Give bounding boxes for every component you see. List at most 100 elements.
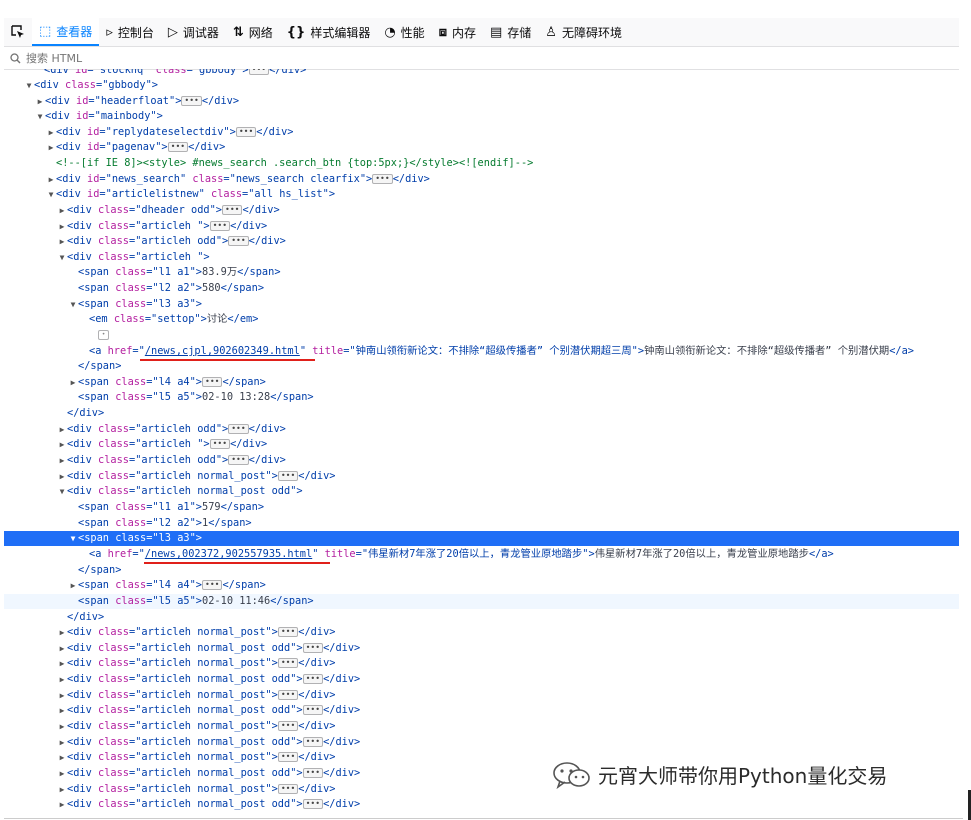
ellipsis-icon[interactable]: ••• xyxy=(209,439,231,449)
tab-style-editor[interactable]: {} 样式编辑器 xyxy=(280,18,378,46)
expand-arrow-icon[interactable]: ▶ xyxy=(57,735,67,750)
tree-node[interactable]: ▶ <span class="l4 a4"> ••• </span> xyxy=(4,578,959,593)
tree-node[interactable]: ▶ <div class="articleh "> ••• </div> xyxy=(4,219,959,234)
ellipsis-icon[interactable]: ••• xyxy=(277,627,299,637)
tree-node[interactable]: ▶ <span class="l4 a4"> ••• </span> xyxy=(4,375,959,390)
ellipsis-icon[interactable]: ••• xyxy=(372,174,393,184)
ellipsis-icon[interactable]: ••• xyxy=(302,674,324,684)
tree-node[interactable]: ▶ <div class="articleh normal_post"> ••• </… xyxy=(4,719,959,734)
collapse-arrow-icon[interactable]: ▼ xyxy=(68,531,78,546)
tree-node[interactable]: ▶ <div class="articleh normal_post odd"> •… xyxy=(4,703,959,718)
tree-node[interactable]: ▶ <div class="articleh odd"> ••• </div> xyxy=(4,453,959,468)
expand-arrow-icon[interactable]: ▶ xyxy=(46,140,56,155)
expand-arrow-icon[interactable]: ▶ xyxy=(57,782,67,797)
ellipsis-icon[interactable]: ••• xyxy=(277,721,299,731)
expand-arrow-icon[interactable]: ▶ xyxy=(57,422,67,437)
expand-arrow-icon[interactable]: ▶ xyxy=(46,172,56,187)
tree-node[interactable]: <a href="/news,cjpl,902602349.html" titl… xyxy=(4,344,959,359)
tree-node[interactable]: ▶ <div class="dheader odd"> ••• </div> xyxy=(4,203,959,218)
tree-node[interactable]: ▶ <div id="pagenav"> ••• </div> xyxy=(4,140,959,155)
tree-node[interactable]: ▶ <div class="articleh normal_post"> ••• </… xyxy=(4,656,959,671)
tree-node[interactable]: ▼ <div class="articleh normal_post odd"> xyxy=(4,484,959,499)
ellipsis-icon[interactable]: ••• xyxy=(202,580,223,590)
tree-node[interactable]: <span class="l5 a5">02-10 13:28</span> xyxy=(4,390,959,405)
tree-node[interactable]: <span class="l2 a2">580</span> xyxy=(4,281,959,296)
ellipsis-icon[interactable]: ••• xyxy=(228,236,249,246)
tree-node[interactable]: ▼ <div id="mainbody"> xyxy=(4,109,959,124)
ellipsis-icon[interactable]: ••• xyxy=(248,69,270,75)
tree-node[interactable]: ▼ <span class="l3 a3"> xyxy=(4,297,959,312)
tree-node-close[interactable]: </span> xyxy=(4,563,959,578)
tree-node[interactable]: <span class="l1 a1">579</span> xyxy=(4,500,959,515)
collapse-arrow-icon[interactable]: ▼ xyxy=(68,297,78,312)
tree-node[interactable]: ▶ <div class="articleh "> ••• </div> xyxy=(4,437,959,452)
tree-node[interactable]: <em class="settop">讨论</em> xyxy=(4,312,959,327)
tree-node-close[interactable]: </span> xyxy=(4,359,959,374)
expand-arrow-icon[interactable]: ▶ xyxy=(57,437,67,452)
collapse-arrow-icon[interactable]: ▼ xyxy=(57,484,67,499)
tree-node[interactable]: ▶ <div id="replydateselectdiv"> ••• </div> xyxy=(4,125,959,140)
expand-arrow-icon[interactable]: ▶ xyxy=(57,672,67,687)
expand-arrow-icon[interactable]: ▶ xyxy=(57,797,67,812)
tree-node[interactable]: ▶ <div class="articleh odd"> ••• </div> xyxy=(4,234,959,249)
expand-arrow-icon[interactable]: ▶ xyxy=(57,234,67,249)
collapse-arrow-icon[interactable]: ▼ xyxy=(24,78,34,93)
collapse-arrow-icon[interactable]: ▼ xyxy=(46,187,56,202)
expand-arrow-icon[interactable]: ▶ xyxy=(57,766,67,781)
expand-arrow-icon[interactable]: ▶ xyxy=(46,125,56,140)
expand-arrow-icon[interactable]: ▶ xyxy=(57,203,67,218)
ellipsis-icon[interactable]: ••• xyxy=(181,96,202,106)
tree-node[interactable]: ▶ <div class="articleh odd"> ••• </div> xyxy=(4,422,959,437)
tab-storage[interactable]: ▤ 存储 xyxy=(483,18,538,46)
href-value[interactable]: /news,002372,902557935.html xyxy=(145,548,312,560)
ellipsis-icon[interactable]: ••• xyxy=(302,768,324,778)
tab-console[interactable]: ▹ 控制台 xyxy=(99,18,161,46)
collapse-arrow-icon[interactable]: ▼ xyxy=(35,109,45,124)
ellipsis-icon[interactable]: ••• xyxy=(277,471,299,481)
tree-node[interactable]: ▶ <div id="headerfloat"> ••• </div> xyxy=(4,94,959,109)
ellipsis-icon[interactable]: ••• xyxy=(302,737,324,747)
tree-node[interactable]: <div id="stockhq" class="gbbody"> ••• </di… xyxy=(4,69,959,78)
tree-node[interactable]: <span class="l5 a5">02-10 11:46</span> xyxy=(4,594,959,609)
ellipsis-icon[interactable]: ••• xyxy=(235,127,257,137)
href-value[interactable]: /news,cjpl,902602349.html xyxy=(145,345,300,357)
tab-performance[interactable]: ◔ 性能 xyxy=(377,18,431,46)
tree-node[interactable]: ▶ <div class="articleh normal_post"> ••• </… xyxy=(4,688,959,703)
expand-arrow-icon[interactable]: ▶ xyxy=(57,453,67,468)
expand-arrow-icon[interactable]: ▶ xyxy=(57,625,67,640)
expand-arrow-icon[interactable]: ▶ xyxy=(57,469,67,484)
expand-arrow-icon[interactable]: ▶ xyxy=(57,219,67,234)
tree-node[interactable]: ▶ <div class="articleh normal_post odd"> •… xyxy=(4,797,959,812)
tree-node[interactable]: ▼ <div class="gbbody"> xyxy=(4,78,959,93)
tab-accessibility[interactable]: ♙ 无障碍环境 xyxy=(538,18,629,46)
ellipsis-icon[interactable]: ••• xyxy=(277,784,299,794)
element-picker-button[interactable] xyxy=(4,18,32,46)
tab-memory[interactable]: ⧈ 内存 xyxy=(432,18,483,46)
tree-node[interactable]: <a href="/news,002372,902557935.html" ti… xyxy=(4,547,959,562)
tree-node[interactable]: ▶ <div class="articleh normal_post"> ••• </… xyxy=(4,469,959,484)
ellipsis-icon[interactable]: ••• xyxy=(302,705,324,715)
expand-arrow-icon[interactable]: ▶ xyxy=(57,703,67,718)
tree-node[interactable]: ▶ <div id="news_search" class="news_searc… xyxy=(4,172,959,187)
tree-node[interactable]: ▶ <div class="articleh normal_post odd"> •… xyxy=(4,641,959,656)
tree-node[interactable]: ▼ <div class="articleh "> xyxy=(4,250,959,265)
expand-arrow-icon[interactable]: ▶ xyxy=(57,719,67,734)
expand-arrow-icon[interactable]: ▶ xyxy=(57,641,67,656)
expand-arrow-icon[interactable]: ▶ xyxy=(57,656,67,671)
ellipsis-icon[interactable]: ••• xyxy=(209,221,231,231)
ellipsis-icon[interactable]: ••• xyxy=(277,690,299,700)
ellipsis-icon[interactable]: ••• xyxy=(302,799,324,809)
tree-node[interactable]: <span class="l1 a1">83.9万</span> xyxy=(4,265,959,280)
tree-node[interactable]: ▶ <div class="articleh normal_post"> ••• </… xyxy=(4,625,959,640)
tree-node[interactable]: ▼ <div id="articlelistnew" class="all hs_… xyxy=(4,187,959,202)
expand-arrow-icon[interactable]: ▶ xyxy=(68,578,78,593)
ellipsis-icon[interactable]: ••• xyxy=(202,377,223,387)
ellipsis-icon[interactable]: ••• xyxy=(277,752,299,762)
tree-comment[interactable]: <!--[if IE 8]><style> #news_search .sear… xyxy=(4,156,959,171)
tree-node-close[interactable]: </div> xyxy=(4,406,959,421)
ellipsis-icon[interactable]: ••• xyxy=(277,658,299,668)
whitespace-node[interactable]: • xyxy=(4,328,959,343)
collapse-arrow-icon[interactable]: ▼ xyxy=(57,250,67,265)
ellipsis-icon[interactable]: ••• xyxy=(167,142,189,152)
tree-node[interactable]: <span class="l2 a2">1</span> xyxy=(4,516,959,531)
